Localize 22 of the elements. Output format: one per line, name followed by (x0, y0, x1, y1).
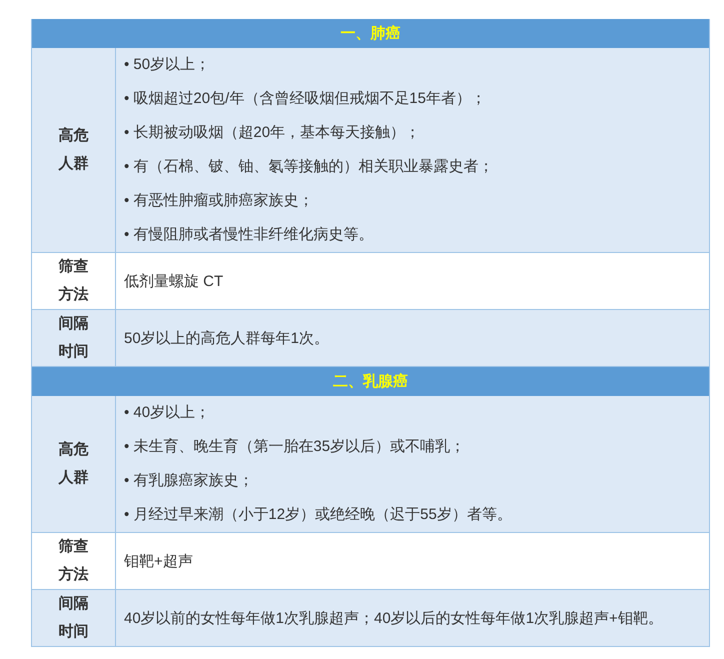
list-item: • 50岁以上； (124, 55, 212, 75)
row-label: 筛查方法 (57, 537, 90, 585)
list-item: • 月经过早来潮（小于12岁）或绝经晚（迟于55岁）者等。 (124, 505, 513, 525)
section-header: 一、肺癌 (32, 19, 709, 48)
list-item: • 有恶性肿瘤或肺癌家族史； (124, 191, 314, 211)
row-label: 间隔时间 (58, 594, 90, 642)
section-header: 二、乳腺癌 (32, 367, 709, 396)
list-item: • 40岁以上； (124, 403, 212, 423)
row-label: 筛查方法 (57, 257, 90, 305)
list-item: • 长期被动吸烟（超20年，基本每天接触）； (124, 123, 422, 143)
list-item: • 有（石棉、铍、铀、氡等接触的）相关职业暴露史者； (124, 157, 494, 177)
list-item: • 有慢阻肺或者慢性非纤维化病史等。 (124, 225, 374, 245)
cell-text: 40岁以前的女性每年做1次乳腺超声；40岁以后的女性每年做1次乳腺超声+钼靶。 (124, 608, 664, 628)
cell-text: 50岁以上的高危人群每年1次。 (124, 328, 330, 348)
row-label: 间隔时间 (58, 314, 90, 362)
list-item: • 吸烟超过20包/年（含曾经吸烟但戒烟不足15年者）； (124, 89, 487, 109)
row-label: 高危人群 (57, 440, 90, 488)
cell-text: 低剂量螺旋 CT (124, 272, 224, 292)
cell-text: 钼靶+超声 (124, 552, 194, 572)
row-label: 高危人群 (57, 126, 90, 174)
list-item: • 未生育、晚生育（第一胎在35岁以后）或不哺乳； (124, 437, 466, 457)
list-item: • 有乳腺癌家族史； (124, 471, 254, 491)
